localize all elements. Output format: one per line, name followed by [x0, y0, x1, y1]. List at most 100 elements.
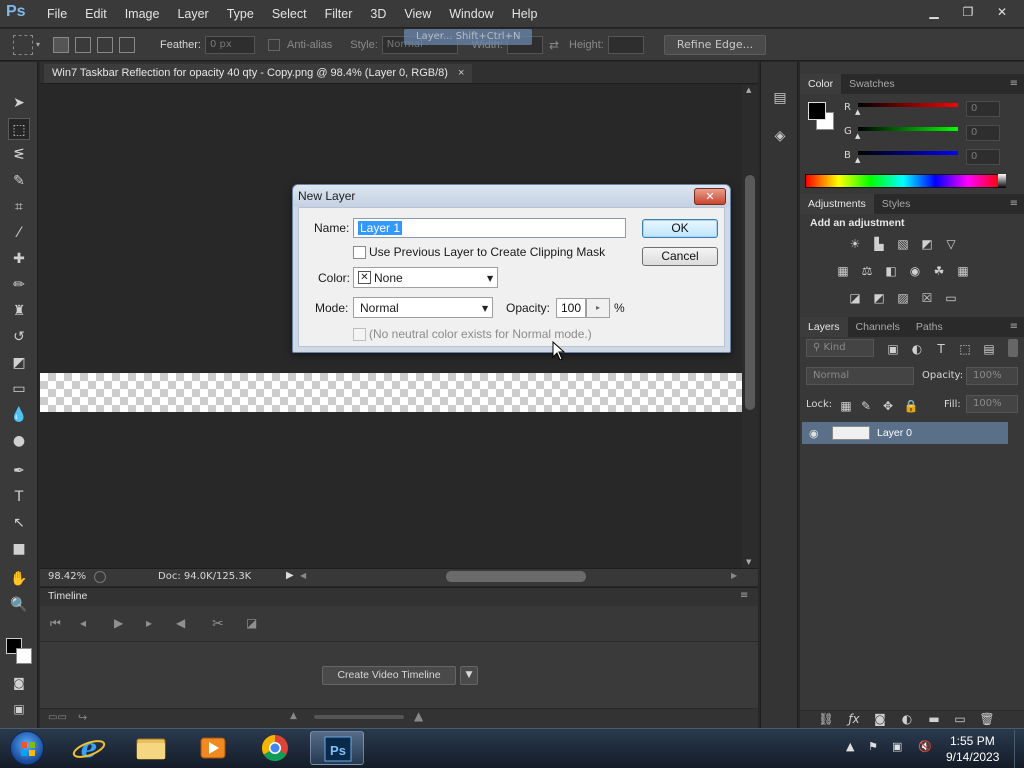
menu-filter[interactable]: Filter: [316, 0, 362, 28]
zoom-tool-icon[interactable]: 🔍: [8, 594, 30, 616]
timeline-menu-icon[interactable]: ≡: [740, 590, 748, 601]
filter-pixel-icon[interactable]: ▣: [885, 341, 901, 357]
menu-view[interactable]: View: [395, 0, 440, 28]
g-slider-handle[interactable]: ▲: [855, 132, 860, 140]
close-tab-icon[interactable]: ×: [458, 64, 464, 83]
lasso-tool-icon[interactable]: ᓬ: [8, 144, 30, 166]
filter-adjustment-icon[interactable]: ◐: [909, 341, 925, 357]
taskbar-explorer[interactable]: [124, 731, 178, 765]
brush-tool-icon[interactable]: ✏: [8, 274, 30, 296]
menu-layer[interactable]: Layer: [168, 0, 217, 28]
invert-icon[interactable]: ◪: [847, 290, 863, 306]
first-frame-icon[interactable]: ⏮: [50, 616, 61, 631]
panel-menu-icon[interactable]: ≡: [1010, 321, 1018, 332]
timeline-zoom-slider[interactable]: [314, 715, 404, 719]
channel-mixer-icon[interactable]: ☘: [931, 263, 947, 279]
chevron-down-icon[interactable]: ▾: [36, 40, 40, 49]
refine-edge-button[interactable]: Refine Edge...: [663, 34, 767, 55]
r-slider-handle[interactable]: ▲: [855, 108, 860, 116]
gradient-map-icon[interactable]: ▭: [943, 290, 959, 306]
start-button[interactable]: [10, 731, 44, 765]
tab-paths[interactable]: Paths: [908, 317, 951, 337]
quick-select-tool-icon[interactable]: ✎: [8, 170, 30, 192]
status-menu-icon[interactable]: [94, 571, 106, 583]
color-spectrum[interactable]: [805, 174, 1001, 188]
spectrum-black-white[interactable]: [998, 174, 1006, 188]
b-slider[interactable]: [858, 151, 958, 155]
selective-color-icon[interactable]: ☒: [919, 290, 935, 306]
document-tab[interactable]: Win7 Taskbar Reflection for opacity 40 q…: [44, 64, 473, 83]
dialog-titlebar[interactable]: [293, 185, 730, 207]
horizontal-scroll-thumb[interactable]: [446, 571, 586, 582]
clipping-mask-label[interactable]: Use Previous Layer to Create Clipping Ma…: [369, 245, 605, 259]
menu-help[interactable]: Help: [503, 0, 547, 28]
threshold-icon[interactable]: ▨: [895, 290, 911, 306]
split-icon[interactable]: ✂: [212, 616, 224, 632]
eraser-tool-icon[interactable]: ◩: [8, 352, 30, 374]
height-input[interactable]: [607, 35, 644, 54]
posterize-icon[interactable]: ◩: [871, 290, 887, 306]
hand-tool-icon[interactable]: ✋: [8, 568, 30, 590]
exposure-icon[interactable]: ◩: [919, 236, 935, 252]
rect-marquee-tool-icon[interactable]: ⬚: [8, 118, 30, 140]
opacity-stepper-icon[interactable]: ▸: [586, 298, 610, 318]
eyedropper-tool-icon[interactable]: ⁄: [8, 222, 30, 244]
fx-icon[interactable]: ƒx: [846, 711, 862, 727]
eye-icon[interactable]: ◉: [809, 427, 819, 440]
dialog-close-button[interactable]: ✕: [694, 188, 726, 205]
hue-saturation-icon[interactable]: ▦: [835, 263, 851, 279]
lock-transparent-icon[interactable]: ▦: [838, 398, 854, 414]
quick-mask-icon[interactable]: ◙: [8, 672, 30, 694]
brightness-contrast-icon[interactable]: ☀: [847, 236, 863, 252]
zoom-in-timeline-icon[interactable]: ▲: [414, 709, 423, 723]
panel-menu-icon[interactable]: ≡: [1010, 78, 1018, 89]
menu-window[interactable]: Window: [440, 0, 502, 28]
clock-time[interactable]: 1:55 PM: [950, 734, 995, 748]
lock-pixels-icon[interactable]: ✎: [858, 398, 874, 414]
photo-filter-icon[interactable]: ◉: [907, 263, 923, 279]
fill-input[interactable]: 100%: [966, 395, 1018, 413]
taskbar-chrome[interactable]: [248, 731, 302, 765]
layer-name[interactable]: Layer 0: [877, 427, 912, 439]
layer-name-value[interactable]: Layer 1: [358, 221, 403, 235]
healing-brush-tool-icon[interactable]: ✚: [8, 248, 30, 270]
menu-type[interactable]: Type: [218, 0, 263, 28]
restore-icon[interactable]: ❐: [954, 2, 982, 22]
history-panel-icon[interactable]: ▤: [770, 88, 790, 108]
network-icon[interactable]: ▣: [892, 740, 902, 753]
vertical-scroll-thumb[interactable]: [745, 175, 755, 410]
move-tool-icon[interactable]: ➤: [8, 92, 30, 114]
history-brush-tool-icon[interactable]: ↺: [8, 326, 30, 348]
clock-date[interactable]: 9/14/2023: [946, 750, 999, 764]
g-value[interactable]: 0: [966, 125, 1000, 141]
add-selection-icon[interactable]: [75, 36, 92, 53]
scroll-right-icon[interactable]: ▶: [731, 571, 737, 580]
filter-type-icon[interactable]: T: [933, 341, 949, 357]
layer-filter-kind[interactable]: ⚲ Kind: [806, 339, 874, 357]
frame-mode-icon[interactable]: ▭▭: [48, 712, 67, 723]
menu-image[interactable]: Image: [116, 0, 169, 28]
dodge-tool-icon[interactable]: ●: [8, 430, 30, 452]
scroll-up-icon[interactable]: ▲: [746, 86, 751, 94]
tab-adjustments[interactable]: Adjustments: [800, 194, 874, 214]
tab-color[interactable]: Color: [800, 74, 842, 94]
blend-mode-select[interactable]: Normal: [806, 367, 914, 385]
status-arrow-icon[interactable]: ▶: [286, 570, 294, 581]
new-layer-icon[interactable]: ▭: [952, 711, 968, 727]
delete-layer-icon[interactable]: 🗑: [979, 711, 995, 727]
link-layers-icon[interactable]: ⛓: [818, 711, 834, 727]
r-value[interactable]: 0: [966, 101, 1000, 117]
menu-file[interactable]: File: [38, 0, 76, 28]
layers-opacity-input[interactable]: 100%: [966, 367, 1018, 385]
clone-stamp-tool-icon[interactable]: ♜: [8, 300, 30, 322]
zoom-out-timeline-icon[interactable]: ▲: [290, 711, 297, 721]
chevron-down-icon[interactable]: ▼: [482, 304, 488, 313]
feather-input[interactable]: 0 px: [204, 35, 255, 54]
volume-icon[interactable]: 🔇: [918, 740, 932, 753]
chevron-down-icon[interactable]: ▼: [487, 274, 493, 283]
play-icon[interactable]: ▶: [114, 616, 123, 630]
canvas-image-transparent[interactable]: [40, 373, 742, 412]
taskbar-ie[interactable]: e: [62, 731, 116, 765]
antialias-checkbox[interactable]: [267, 38, 280, 51]
tab-layers[interactable]: Layers: [800, 317, 848, 337]
